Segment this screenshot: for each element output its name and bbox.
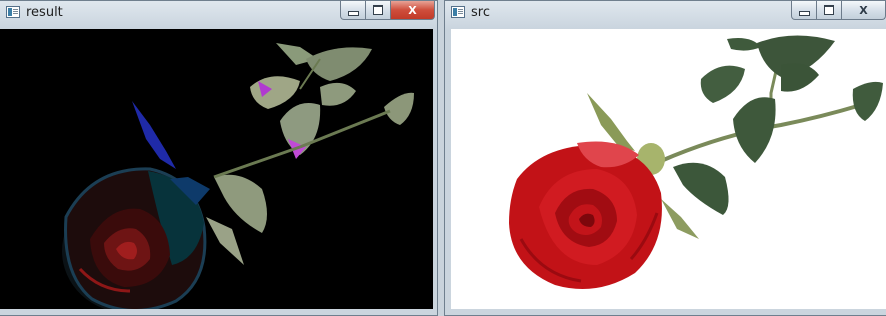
result-window: result X bbox=[0, 0, 438, 316]
close-icon: X bbox=[408, 3, 417, 17]
src-window: src X bbox=[444, 0, 886, 316]
close-button[interactable]: X bbox=[391, 1, 435, 20]
maximize-icon bbox=[373, 5, 383, 15]
result-titlebar[interactable]: result X bbox=[0, 1, 437, 25]
caption-buttons: X bbox=[791, 1, 886, 20]
close-button[interactable]: X bbox=[842, 1, 886, 20]
src-titlebar[interactable]: src X bbox=[445, 1, 886, 25]
app-icon[interactable] bbox=[6, 6, 20, 18]
result-rose-image bbox=[62, 43, 414, 309]
minimize-icon bbox=[798, 10, 810, 16]
caption-buttons: X bbox=[340, 1, 435, 20]
result-image-canvas bbox=[0, 29, 433, 309]
maximize-button[interactable] bbox=[817, 1, 842, 20]
window-title: src bbox=[471, 5, 490, 20]
maximize-icon bbox=[824, 5, 834, 15]
close-icon: X bbox=[859, 3, 868, 17]
app-icon[interactable] bbox=[451, 6, 465, 18]
minimize-button[interactable] bbox=[340, 1, 366, 20]
src-rose-image bbox=[509, 35, 883, 289]
src-image-canvas bbox=[451, 29, 886, 309]
window-title: result bbox=[26, 5, 63, 20]
minimize-button[interactable] bbox=[791, 1, 817, 20]
minimize-icon bbox=[347, 10, 359, 16]
maximize-button[interactable] bbox=[366, 1, 391, 20]
